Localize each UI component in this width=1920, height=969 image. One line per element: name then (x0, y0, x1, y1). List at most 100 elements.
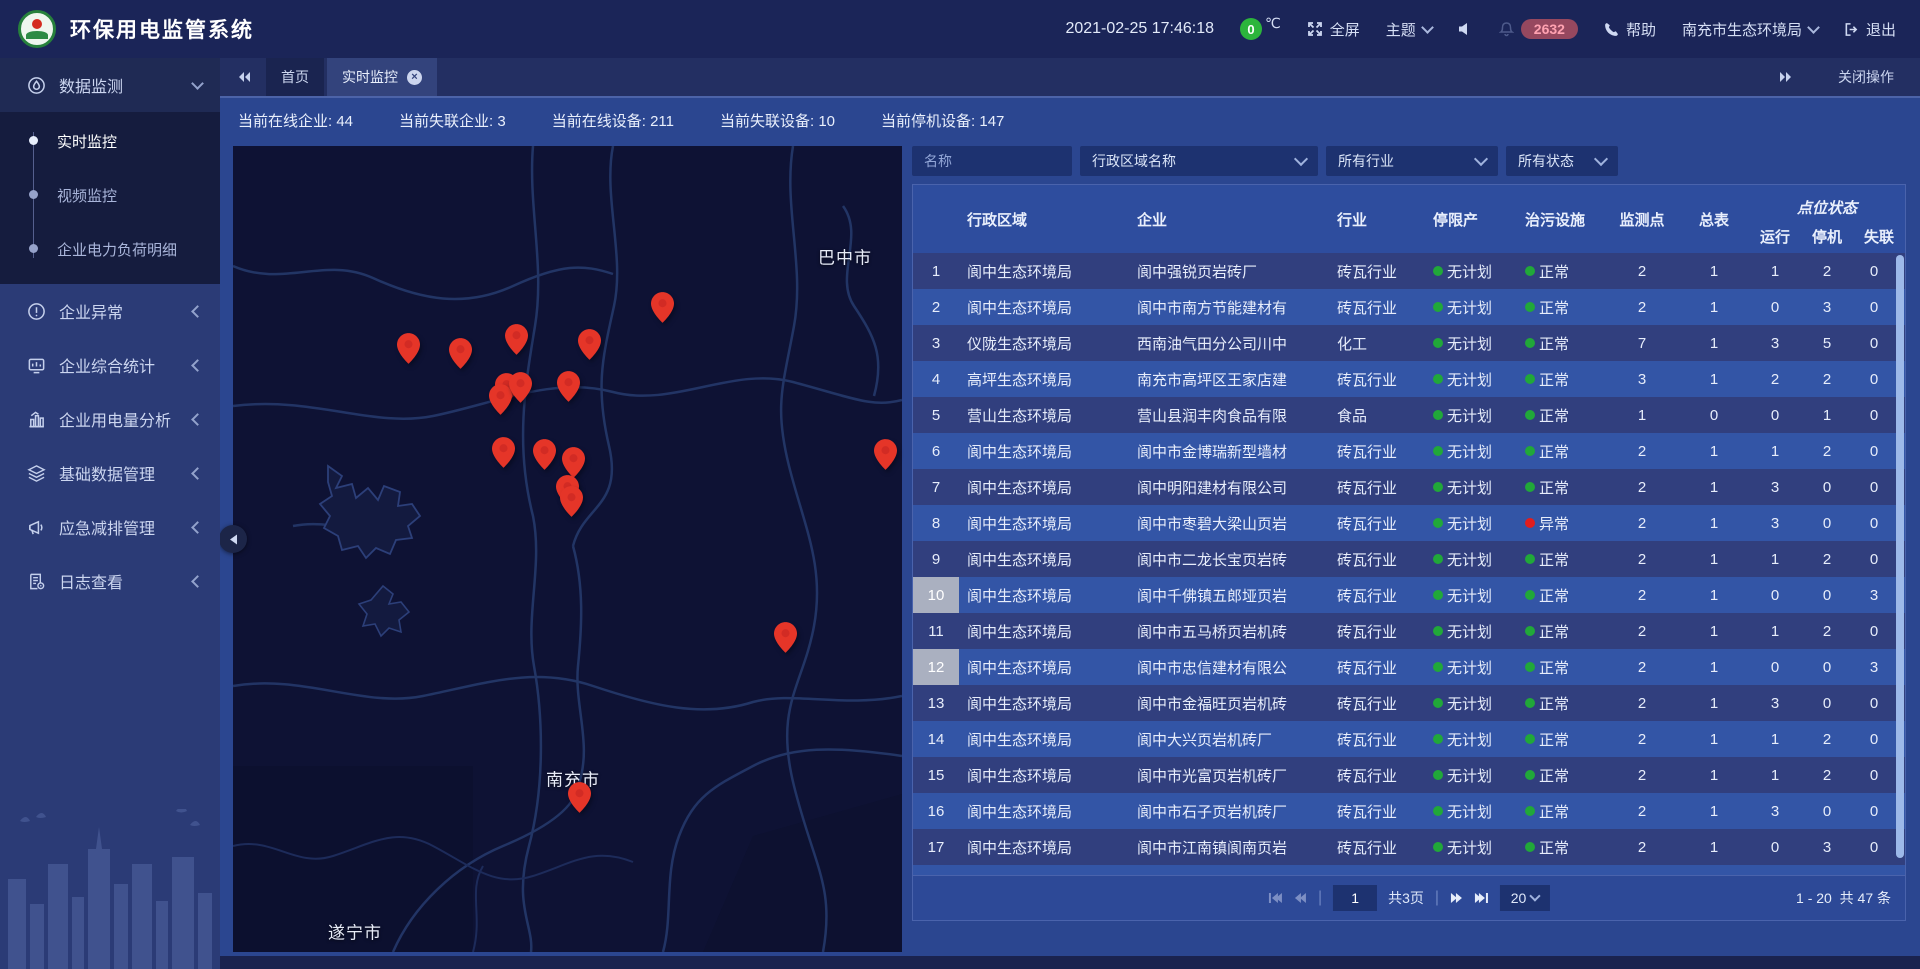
facility-status-text: 正常 (1539, 657, 1569, 678)
table-scrollbar[interactable] (1895, 253, 1905, 875)
map-pin-icon[interactable] (505, 324, 528, 355)
map-pin-icon[interactable] (449, 338, 472, 369)
sidebar-subitem[interactable]: 企业电力负荷明细 (0, 222, 220, 276)
col-header-sub-0[interactable]: 运行 (1749, 220, 1801, 253)
col-header-meter[interactable]: 总表 (1679, 185, 1749, 253)
sidebar-item-data-monitor[interactable]: 数据监测 (0, 58, 220, 112)
map-pin-icon[interactable] (509, 372, 532, 403)
close-operations-button[interactable]: 关闭操作 (1838, 67, 1894, 87)
map-pin-icon[interactable] (557, 371, 580, 402)
col-header-sub-2[interactable]: 失联 (1853, 220, 1905, 253)
map-pin-icon[interactable] (533, 439, 556, 470)
map-pin-icon[interactable] (568, 782, 591, 813)
col-header-facility[interactable]: 治污设施 (1517, 185, 1605, 253)
table-row[interactable]: 2阆中生态环境局阆中市南方节能建材有砖瓦行业无计划正常21030 (913, 289, 1905, 325)
status-dot-green-icon (1525, 374, 1535, 384)
table-row[interactable]: 11阆中生态环境局阆中市五马桥页岩机砖砖瓦行业无计划正常21120 (913, 613, 1905, 649)
table-row[interactable]: 14阆中生态环境局阆中大兴页岩机砖厂砖瓦行业无计划正常21120 (913, 721, 1905, 757)
map-pin-icon[interactable] (578, 329, 601, 360)
map-pin-icon[interactable] (562, 447, 585, 478)
table-row[interactable]: 9阆中生态环境局阆中市二龙长宝页岩砖砖瓦行业无计划正常21120 (913, 541, 1905, 577)
col-header-region[interactable]: 行政区域 (959, 185, 1129, 253)
table-row[interactable]: 16阆中生态环境局阆中市石子页岩机砖厂砖瓦行业无计划正常21300 (913, 793, 1905, 829)
map-pin-icon[interactable] (874, 439, 897, 470)
last-page-button[interactable] (1474, 892, 1489, 904)
tab-scroll-left-button[interactable] (228, 58, 262, 96)
industry-select[interactable]: 所有行业 (1326, 146, 1498, 176)
cell-region: 南部生态环境局 (959, 865, 1129, 875)
map-pin-icon[interactable] (397, 333, 420, 364)
col-header-company[interactable]: 企业 (1129, 185, 1329, 253)
prev-page-button[interactable] (1294, 892, 1307, 904)
cell-facility-status: 正常 (1517, 325, 1605, 361)
mute-button[interactable] (1458, 22, 1473, 36)
col-header-industry[interactable]: 行业 (1329, 185, 1425, 253)
map-pin-icon[interactable] (492, 437, 515, 468)
table-row[interactable]: 10阆中生态环境局阆中千佛镇五郎垭页岩砖瓦行业无计划正常21003 (913, 577, 1905, 613)
cell-halt-count: 2 (1801, 721, 1853, 757)
status-dot-green-icon (1525, 662, 1535, 672)
table-row[interactable]: 1阆中生态环境局阆中强锐页岩砖厂砖瓦行业无计划正常21120 (913, 253, 1905, 289)
table-row[interactable]: 15阆中生态环境局阆中市光富页岩机砖厂砖瓦行业无计划正常21120 (913, 757, 1905, 793)
status-dot-green-icon (1525, 590, 1535, 600)
cell-lost-count: 0 (1853, 469, 1895, 505)
page-size-select[interactable]: 20 (1500, 885, 1550, 911)
logout-button[interactable]: 退出 (1844, 19, 1896, 40)
sidebar-item-base-data[interactable]: 基础数据管理 (0, 446, 220, 500)
cell-meter-count: 1 (1679, 541, 1749, 577)
help-button[interactable]: 帮助 (1604, 19, 1656, 40)
table-row[interactable]: 12阆中生态环境局阆中市忠信建材有限公砖瓦行业无计划正常21003 (913, 649, 1905, 685)
tab-scroll-right-button[interactable] (1768, 70, 1802, 84)
col-header-num[interactable] (913, 185, 959, 253)
sidebar-item-enterprise-alert[interactable]: 企业异常 (0, 284, 220, 338)
table-row[interactable]: 18南部生态环境局南部县砒华水泥有限公建材化工无计划正常60060 (913, 865, 1905, 875)
page-number-input[interactable]: 1 (1333, 885, 1377, 911)
fullscreen-button[interactable]: 全屏 (1307, 19, 1360, 40)
sidebar-item-logs[interactable]: 日志查看 (0, 554, 220, 608)
next-page-button[interactable] (1450, 892, 1463, 904)
cell-facility-status: 正常 (1517, 721, 1605, 757)
map-pin-icon[interactable] (774, 622, 797, 653)
tab-active[interactable]: 实时监控× (327, 58, 437, 96)
cell-facility-status: 正常 (1517, 613, 1605, 649)
table-row[interactable]: 8阆中生态环境局阆中市枣碧大梁山页岩砖瓦行业无计划异常21300 (913, 505, 1905, 541)
notification-area[interactable]: 2632 (1499, 19, 1578, 39)
table-row[interactable]: 13阆中生态环境局阆中市金福旺页岩机砖砖瓦行业无计划正常21300 (913, 685, 1905, 721)
sidebar-item-power-analysis[interactable]: 企业用电量分析 (0, 392, 220, 446)
map-pin-icon[interactable] (651, 292, 674, 323)
table-row[interactable]: 7阆中生态环境局阆中明阳建材有限公司砖瓦行业无计划正常21300 (913, 469, 1905, 505)
cell-run-count: 0 (1749, 649, 1801, 685)
status-dot-green-icon (1433, 734, 1443, 744)
map-panel[interactable]: 巴中市南充市遂宁市 (233, 146, 902, 952)
first-page-button[interactable] (1268, 892, 1283, 904)
table-row[interactable]: 5营山生态环境局营山县润丰肉食品有限食品无计划正常10010 (913, 397, 1905, 433)
table-row[interactable]: 4高坪生态环境局南充市高坪区王家店建砖瓦行业无计划正常31220 (913, 361, 1905, 397)
user-menu[interactable]: 南充市生态环境局 (1682, 19, 1818, 40)
sidebar-item-enterprise-stats[interactable]: 企业综合统计 (0, 338, 220, 392)
cell-region: 阆中生态环境局 (959, 649, 1129, 685)
col-header-sub-1[interactable]: 停机 (1801, 220, 1853, 253)
table-row[interactable]: 17阆中生态环境局阆中市江南镇阆南页岩砖瓦行业无计划正常21030 (913, 829, 1905, 865)
col-header-stop[interactable]: 停限产 (1425, 185, 1517, 253)
map-pin-icon[interactable] (560, 486, 583, 517)
table-row[interactable]: 3仪陇生态环境局西南油气田分公司川中化工无计划正常71350 (913, 325, 1905, 361)
col-header-monitor[interactable]: 监测点 (1605, 185, 1679, 253)
sidebar-subitem[interactable]: 实时监控 (0, 114, 220, 168)
cell-industry: 砖瓦行业 (1329, 541, 1425, 577)
status-select[interactable]: 所有状态 (1506, 146, 1618, 176)
cell-lost-count: 3 (1853, 577, 1895, 613)
tab-item[interactable]: 首页 (266, 58, 324, 96)
cell-stop-status: 无计划 (1425, 469, 1517, 505)
cell-region: 阆中生态环境局 (959, 757, 1129, 793)
tab-close-icon[interactable]: × (407, 70, 422, 85)
map-collapse-button[interactable] (219, 525, 247, 553)
cell-industry: 砖瓦行业 (1329, 793, 1425, 829)
sidebar-subitem[interactable]: 视频监控 (0, 168, 220, 222)
sidebar-item-emergency[interactable]: 应急减排管理 (0, 500, 220, 554)
theme-dropdown[interactable]: 主题 (1386, 19, 1432, 40)
region-select[interactable]: 行政区域名称 (1080, 146, 1318, 176)
open-tabs: 首页实时监控× (266, 58, 440, 96)
name-search-input[interactable] (912, 146, 1072, 176)
status-dot-red-icon (1525, 518, 1535, 528)
table-row[interactable]: 6阆中生态环境局阆中市金博瑞新型墙材砖瓦行业无计划正常21120 (913, 433, 1905, 469)
